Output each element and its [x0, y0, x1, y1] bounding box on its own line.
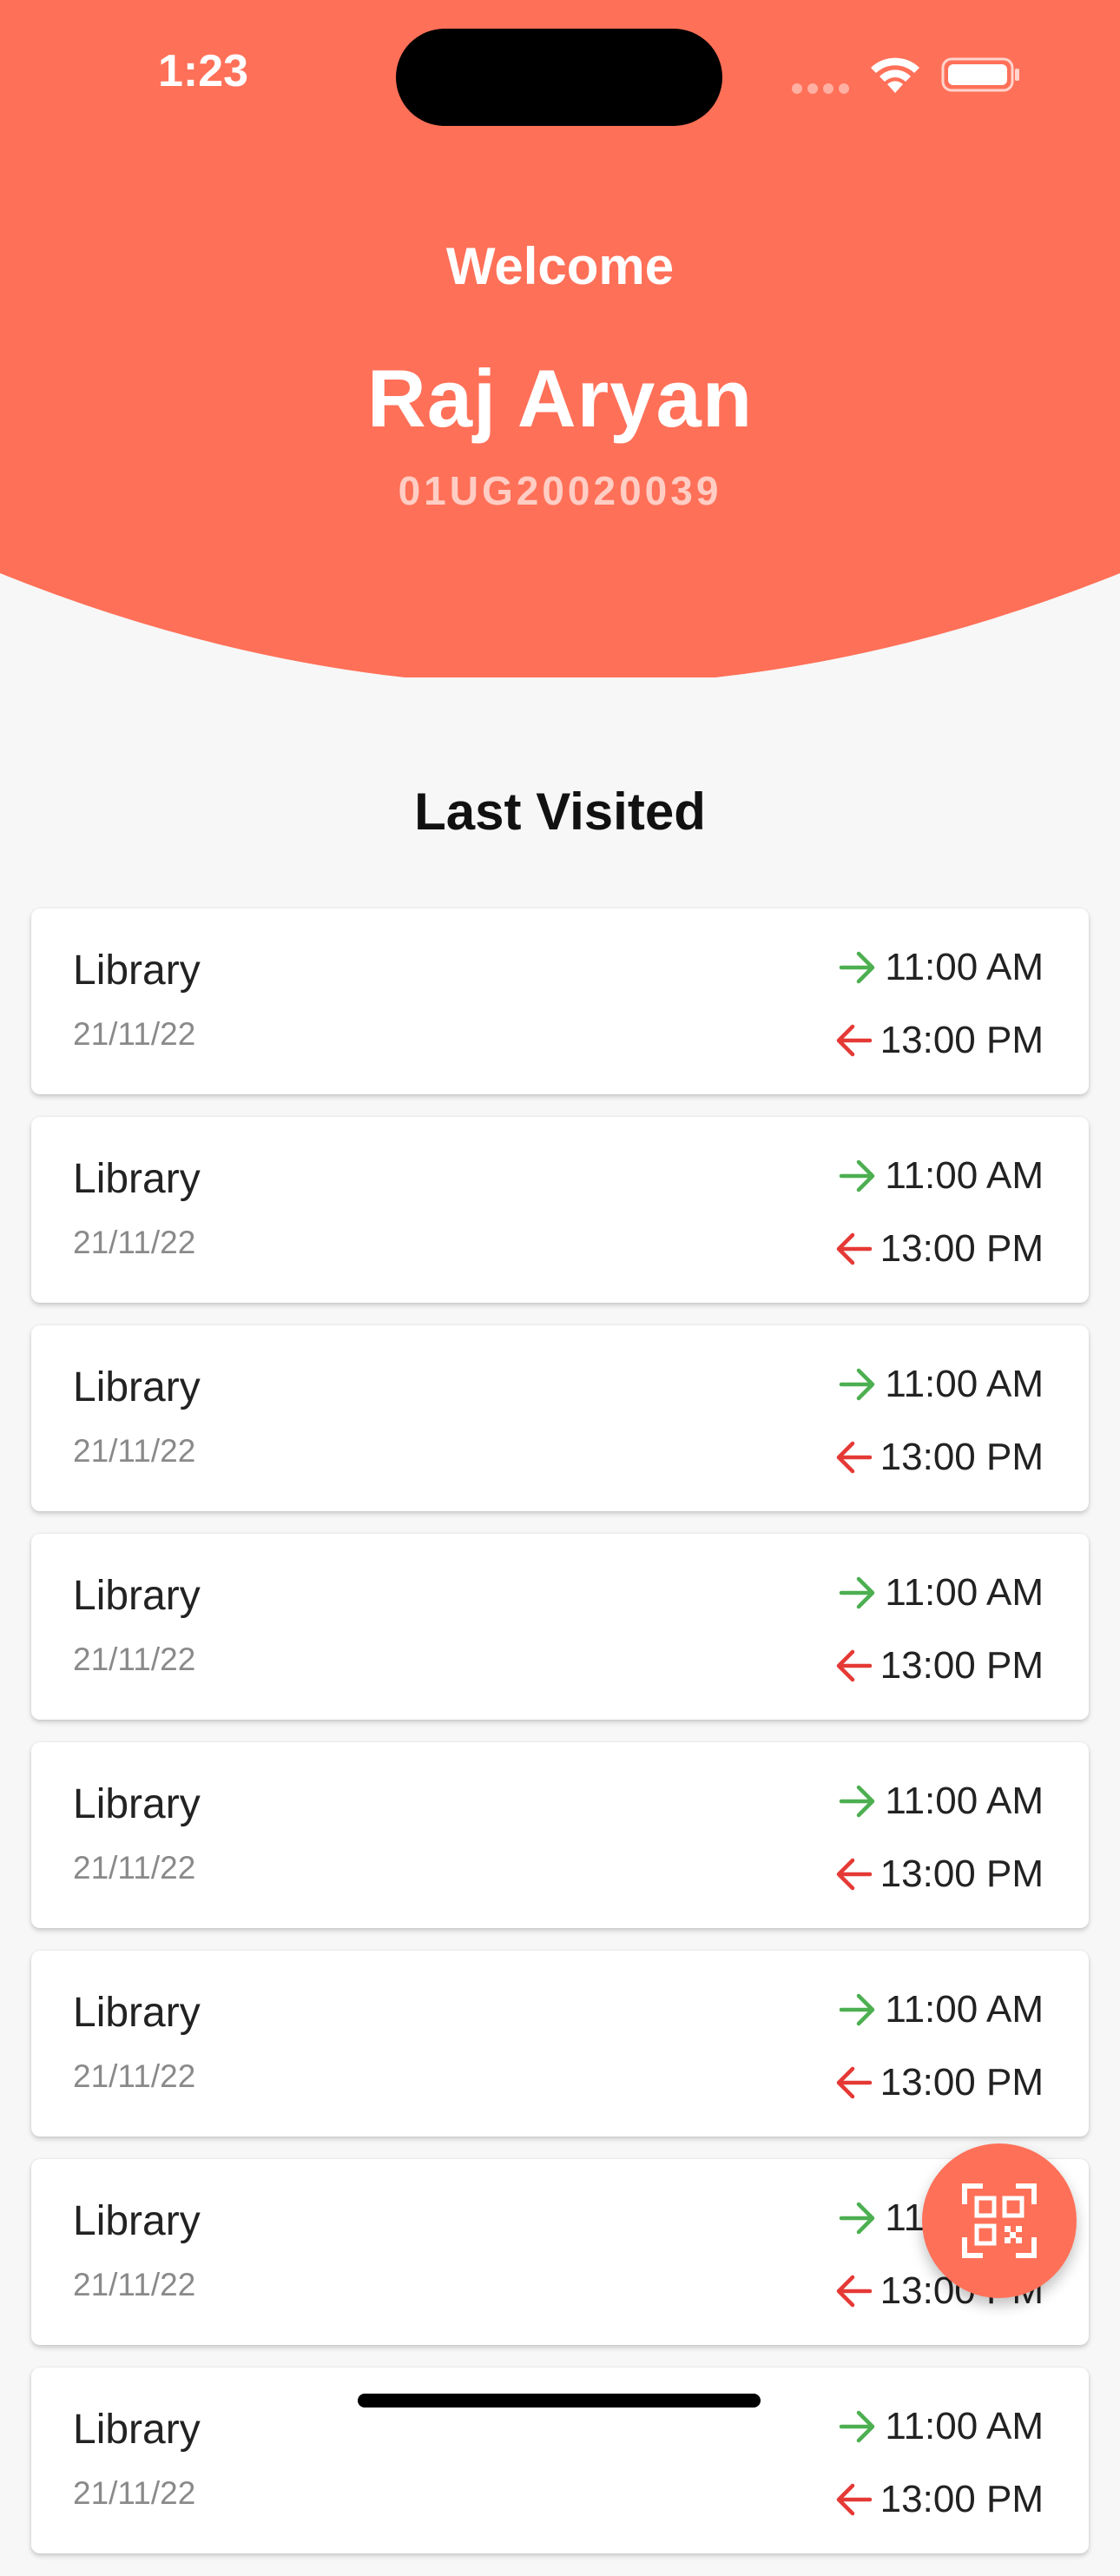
check-in-time: 11:00 AM	[885, 946, 1044, 988]
visit-card[interactable]: Library 21/11/22 11:00 AM 13:00 PM	[31, 1534, 1089, 1720]
visit-date: 21/11/22	[73, 2058, 196, 2094]
visit-date: 21/11/22	[73, 1225, 196, 1260]
check-out-time: 13:00 PM	[880, 1853, 1044, 1895]
user-name: Raj Aryan	[366, 353, 754, 444]
visit-date: 21/11/22	[73, 1016, 196, 1052]
visit-place: Library	[73, 1364, 201, 1410]
visit-card[interactable]: Library 21/11/22 11:00 AM 13:00 PM	[31, 1742, 1089, 1928]
visit-list: Library 21/11/22 11:00 AM 13:00 PM Libra…	[31, 908, 1089, 2576]
visit-place: Library	[73, 2407, 201, 2453]
status-bar: 1:23	[0, 0, 1120, 148]
check-in-time: 11:00 AM	[885, 1780, 1044, 1822]
check-out-time: 13:00 PM	[880, 1019, 1044, 1061]
visit-place: Library	[73, 1781, 201, 1827]
visit-date: 21/11/22	[73, 1433, 196, 1469]
visit-place: Library	[73, 1156, 201, 1202]
check-in-time: 11:00 AM	[885, 2405, 1044, 2447]
visit-place: Library	[73, 2198, 201, 2244]
arrow-right-icon	[840, 1368, 875, 1401]
check-in-row: 11:00 AM	[838, 1984, 1044, 2036]
check-in-row: 11:00 AM	[838, 1775, 1044, 1827]
visit-place: Library	[73, 1990, 201, 2036]
visit-card[interactable]: Library 21/11/22 11:00 AM 13:00 PM	[31, 1117, 1089, 1303]
visit-date: 21/11/22	[73, 1641, 196, 1677]
arrow-left-icon	[836, 1649, 872, 1682]
visit-place: Library	[73, 1573, 201, 1619]
visit-card[interactable]: Library 21/11/22 11:00 AM 13:00 PM	[31, 1951, 1089, 2137]
check-in-row: 11:00 AM	[838, 1358, 1044, 1410]
wifi-icon	[871, 57, 919, 93]
check-out-row: 13:00 PM	[833, 1014, 1044, 1067]
check-in-time: 11:00 AM	[885, 1571, 1044, 1614]
user-id: 01UG20020039	[398, 468, 722, 513]
check-out-row: 13:00 PM	[833, 2474, 1044, 2526]
visit-place: Library	[73, 948, 201, 994]
visit-card[interactable]: Library 21/11/22 11:00 AM 13:00 PM	[31, 908, 1089, 1094]
visit-date: 21/11/22	[73, 2475, 196, 2511]
cellular-signal-icon	[792, 83, 854, 98]
home-indicator[interactable]	[358, 2394, 761, 2408]
check-in-time: 11:00 AM	[885, 1154, 1044, 1197]
check-in-row: 11:00 AM	[838, 2401, 1044, 2453]
scan-qr-button[interactable]	[922, 2143, 1077, 2298]
check-in-row: 11:00 AM	[838, 1150, 1044, 1202]
arrow-right-icon	[840, 1993, 875, 2026]
check-in-row: 11:00 AM	[838, 1567, 1044, 1619]
qr-code-scan-icon	[962, 2183, 1037, 2258]
dynamic-island	[396, 29, 722, 126]
check-out-row: 13:00 PM	[833, 1431, 1044, 1483]
status-time: 1:23	[158, 46, 249, 96]
arrow-left-icon	[836, 2066, 872, 2099]
check-out-row: 13:00 PM	[833, 1223, 1044, 1275]
arrow-right-icon	[840, 1785, 875, 1818]
arrow-left-icon	[836, 1441, 872, 1474]
check-out-time: 13:00 PM	[880, 2478, 1044, 2520]
check-in-time: 11:00 AM	[885, 1988, 1044, 2031]
arrow-left-icon	[836, 1232, 872, 1265]
section-title: Last Visited	[414, 783, 706, 841]
check-out-time: 13:00 PM	[880, 2061, 1044, 2104]
check-in-time: 11:00 AM	[885, 1363, 1044, 1405]
check-out-row: 13:00 PM	[833, 1848, 1044, 1900]
check-out-time: 13:00 PM	[880, 1644, 1044, 1687]
arrow-right-icon	[840, 1159, 875, 1192]
battery-icon	[941, 57, 1019, 92]
visit-date: 21/11/22	[73, 1850, 196, 1886]
header: 1:23 Welcome Raj Aryan 01UG20020039	[0, 0, 1120, 677]
check-out-row: 13:00 PM	[833, 1640, 1044, 1692]
check-in-row: 11:00 AM	[838, 941, 1044, 994]
welcome-label: Welcome	[445, 237, 675, 295]
check-out-time: 13:00 PM	[880, 1227, 1044, 1270]
arrow-right-icon	[840, 1576, 875, 1609]
visit-card[interactable]: Library 21/11/22 11:00 AM 13:00 PM	[31, 1325, 1089, 1511]
arrow-left-icon	[836, 1024, 872, 1057]
arrow-right-icon	[840, 2202, 875, 2235]
arrow-right-icon	[840, 2410, 875, 2443]
check-out-row: 13:00 PM	[833, 2057, 1044, 2109]
arrow-left-icon	[836, 2483, 872, 2516]
arrow-right-icon	[840, 951, 875, 984]
check-out-time: 13:00 PM	[880, 1436, 1044, 1478]
arrow-left-icon	[836, 1858, 872, 1891]
arrow-left-icon	[836, 2275, 872, 2308]
visit-date: 21/11/22	[73, 2267, 196, 2302]
